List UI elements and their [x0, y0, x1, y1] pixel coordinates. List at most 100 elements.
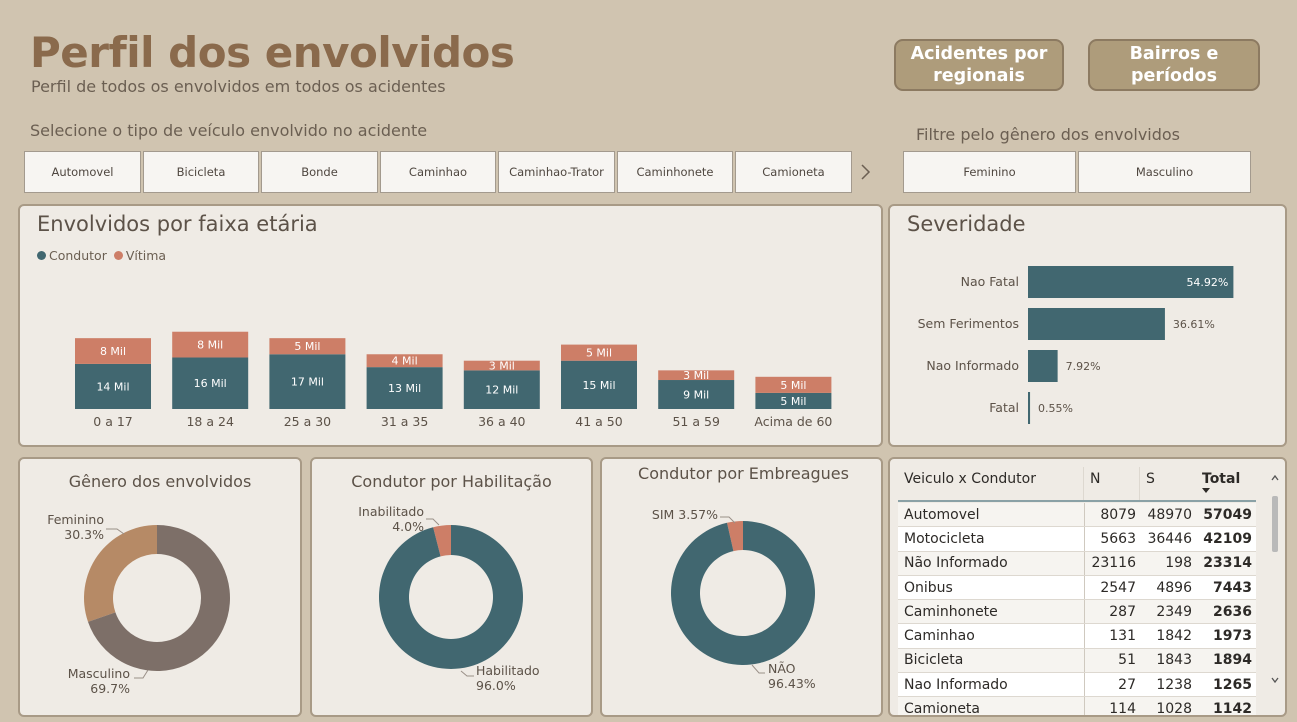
gender-chart-card: Gênero dos envolvidos Feminino 30.3% Mascu… [18, 457, 302, 717]
slice-category-label: Feminino [47, 512, 104, 527]
nav-bairros-button[interactable]: Bairros e períodos [1088, 39, 1260, 91]
row-vehicle-cell: Automovel [898, 503, 1085, 528]
x-tick-label: Acima de 60 [754, 414, 832, 429]
row-vehicle-cell: Onibus [898, 575, 1085, 601]
table-row[interactable]: Bicicleta 51 1843 1894 [898, 648, 1256, 674]
row-value-cell: 4896 [1140, 575, 1196, 601]
matrix-header-n[interactable]: N [1084, 467, 1140, 500]
slice-category-label: Habilitado [476, 663, 540, 678]
scroll-down-icon[interactable] [1270, 675, 1280, 685]
matrix-scrollbar[interactable] [1269, 469, 1281, 691]
y-tick-label: Fatal [989, 400, 1019, 415]
data-label-condutor: 17 Mil [291, 376, 324, 389]
row-total-cell: 23314 [1196, 551, 1256, 576]
row-value-cell: 1028 [1140, 696, 1196, 715]
vehicle-option[interactable]: Caminhao [380, 151, 496, 193]
leader-line [134, 669, 149, 679]
slice-value-label: 69.7% [90, 681, 130, 696]
table-row[interactable]: Caminhonete 287 2349 2636 [898, 599, 1256, 625]
vehicle-filter-label: Selecione o tipo de veículo envolvido no… [30, 121, 428, 140]
table-row[interactable]: Caminhao 131 1842 1973 [898, 623, 1256, 649]
vehicle-option[interactable]: Caminhao-Trator [498, 151, 615, 193]
matrix-table: Automovel 8079 48970 57049 Motocicleta 5663 36… [898, 503, 1256, 715]
data-label-vitima: 5 Mil [586, 347, 612, 360]
row-vehicle-cell: Bicicleta [898, 648, 1085, 674]
vehicle-option[interactable]: Bicicleta [143, 151, 259, 193]
table-row[interactable]: Camioneta 114 1028 1142 [898, 696, 1256, 715]
vehicle-option[interactable]: Caminhonete [617, 151, 733, 193]
leader-line [426, 518, 440, 526]
matrix-header-total[interactable]: Total [1196, 467, 1256, 500]
x-tick-label: 41 a 50 [575, 414, 622, 429]
row-value-cell: 1843 [1140, 648, 1196, 674]
chevron-right-icon[interactable] [858, 162, 872, 182]
data-label-vitima: 5 Mil [294, 340, 320, 353]
nav-regionais-button[interactable]: Acidentes por regionais [894, 39, 1064, 91]
row-value-cell: 131 [1084, 623, 1140, 649]
slice-category-label: Inabilitado [358, 504, 424, 519]
row-vehicle-cell: Caminhao [898, 623, 1085, 649]
row-value-cell: 8079 [1084, 503, 1140, 528]
matrix-header: Veiculo x Condutor N S Total [898, 467, 1256, 502]
row-total-cell: 7443 [1196, 575, 1256, 601]
gender-option[interactable]: Feminino [903, 151, 1076, 193]
table-row[interactable]: Automovel 8079 48970 57049 [898, 503, 1256, 528]
row-value-cell: 51 [1084, 648, 1140, 674]
license-chart-card: Condutor por Habilitação Inabilitado 4.0%… [310, 457, 593, 717]
severity-bar [1028, 308, 1165, 340]
scroll-thumb[interactable] [1272, 496, 1278, 552]
table-row[interactable]: Onibus 2547 4896 7443 [898, 575, 1256, 601]
x-tick-label: 51 a 59 [672, 414, 719, 429]
row-value-cell: 27 [1084, 672, 1140, 698]
data-label-condutor: 14 Mil [96, 380, 129, 393]
x-tick-label: 25 a 30 [284, 414, 331, 429]
row-value-cell: 48970 [1140, 503, 1196, 528]
page-subtitle: Perfil de todos os envolvidos em todos o… [31, 77, 446, 96]
row-value-cell: 2547 [1084, 575, 1140, 601]
x-tick-label: 18 a 24 [186, 414, 233, 429]
slice-category-label: NÃO [768, 661, 796, 676]
gender-option[interactable]: Masculino [1078, 151, 1251, 193]
gender-slicer: Feminino Masculino [903, 151, 1251, 193]
donut-slice [378, 525, 523, 669]
table-row[interactable]: Não Informado 23116 198 23314 [898, 551, 1256, 576]
row-value-cell: 36446 [1140, 526, 1196, 552]
data-label: 0.55% [1038, 402, 1073, 415]
slice-category-label: Masculino [68, 666, 130, 681]
table-row[interactable]: Nao Informado 27 1238 1265 [898, 672, 1256, 698]
scroll-up-icon[interactable] [1270, 473, 1280, 483]
leader-line [751, 664, 765, 674]
row-vehicle-cell: Caminhonete [898, 599, 1085, 625]
vehicle-option[interactable]: Bonde [261, 151, 378, 193]
matrix-header-total-label: Total [1202, 471, 1241, 487]
sort-desc-icon [1202, 488, 1210, 493]
row-value-cell: 1238 [1140, 672, 1196, 698]
age-bar-chart: 14 Mil 8 Mil 0 a 17 16 Mil 8 Mil 18 a 24 17 Mi… [75, 331, 832, 429]
gender-donut-chart: Feminino30.3% Masculino69.7% [47, 512, 230, 696]
gender-filter-label: Filtre pelo gênero dos envolvidos [916, 125, 1181, 144]
row-vehicle-cell: Motocicleta [898, 526, 1085, 552]
matrix-body: Automovel 8079 48970 57049 Motocicleta 5663 36… [898, 503, 1256, 715]
severity-bar [1028, 392, 1031, 424]
matrix-header-s[interactable]: S [1140, 467, 1196, 500]
row-vehicle-cell: Não Informado [898, 551, 1085, 576]
severity-chart-card: Severidade Nao Fatal 54.92% Sem Ferimentos… [888, 204, 1287, 447]
vehicle-option[interactable]: Camioneta [735, 151, 852, 193]
row-value-cell: 2349 [1140, 599, 1196, 625]
vehicle-option[interactable]: Automovel [24, 151, 141, 193]
row-value-cell: 1842 [1140, 623, 1196, 649]
row-value-cell: 114 [1084, 696, 1140, 715]
y-tick-label: Nao Fatal [961, 274, 1019, 289]
row-vehicle-cell: Camioneta [898, 696, 1085, 715]
table-row[interactable]: Motocicleta 5663 36446 42109 [898, 526, 1256, 552]
data-label-condutor: 5 Mil [780, 395, 806, 408]
row-total-cell: 2636 [1196, 599, 1256, 625]
data-label-vitima: 5 Mil [780, 379, 806, 392]
slice-value-label: 96.43% [768, 676, 816, 691]
drunk-chart-card: Condutor por Embreagues SIM 3.57% NÃO 96.4… [600, 457, 883, 717]
data-label-vitima: 4 Mil [392, 355, 418, 368]
matrix-header-vehicle[interactable]: Veiculo x Condutor [898, 467, 1084, 500]
data-label: 54.92% [1186, 276, 1228, 289]
row-value-cell: 198 [1140, 551, 1196, 576]
row-value-cell: 23116 [1084, 551, 1140, 576]
